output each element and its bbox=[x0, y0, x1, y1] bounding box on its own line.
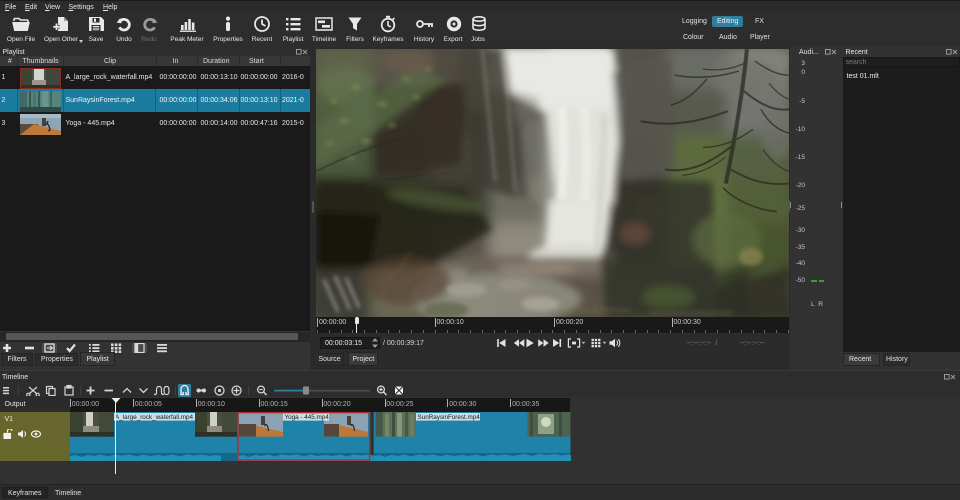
svg-text:SunRaysinForest.mp4: SunRaysinForest.mp4 bbox=[418, 414, 481, 421]
svg-text:A_large_rock_waterfall.mp4: A_large_rock_waterfall.mp4 bbox=[115, 414, 194, 421]
svg-text:Yoga - 445.mp4: Yoga - 445.mp4 bbox=[285, 414, 330, 421]
